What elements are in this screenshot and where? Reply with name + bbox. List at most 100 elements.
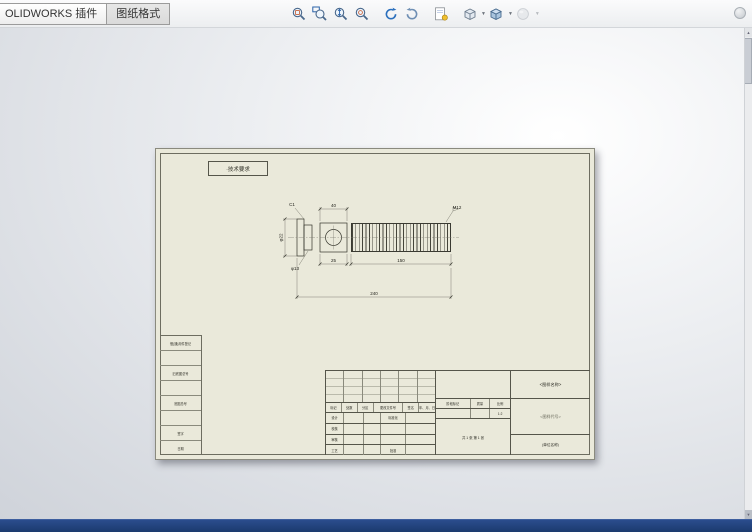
signature-cell — [344, 413, 364, 423]
header-cell: 分区 — [358, 403, 374, 412]
role-cell: 批准 — [381, 445, 406, 455]
display-style-button[interactable] — [486, 4, 507, 25]
drawing-name-cell: <图样名称> — [511, 371, 590, 399]
grid-cell — [363, 371, 381, 402]
solidworks-window: OLIDWORKS 插件 图纸格式 ▼ ▼ ▼ ·技术要求 40 C1 M12 … — [0, 0, 752, 532]
signature-cell — [344, 423, 364, 434]
tab-strip: OLIDWORKS 插件 图纸格式 — [0, 3, 171, 25]
top-toolbar-area: OLIDWORKS 插件 图纸格式 ▼ ▼ ▼ — [0, 0, 752, 28]
scrollbar-thumb[interactable] — [745, 38, 752, 84]
scroll-up-button[interactable]: ▲ — [745, 28, 752, 37]
revision-header-row: 标记 处数 分区 更改文件号 签名 年、月、日 — [326, 403, 435, 413]
vertical-scrollbar[interactable]: ▲ ▼ — [744, 28, 752, 519]
role-cell: 工艺 — [326, 445, 344, 455]
header-cell: 处数 — [342, 403, 358, 412]
magnified-view-button[interactable] — [351, 4, 372, 25]
zoom-in-out-icon — [334, 7, 347, 21]
date-cell — [364, 445, 381, 455]
help-icon[interactable] — [734, 7, 746, 19]
date-cell — [364, 434, 381, 445]
role-cell — [381, 434, 406, 445]
signature-cell — [344, 445, 364, 455]
table-row — [160, 411, 201, 426]
role-cell: 审核 — [326, 434, 344, 445]
grid-cell — [399, 371, 418, 402]
zoom-to-fit-button[interactable] — [288, 4, 309, 25]
signature-cell — [406, 435, 435, 445]
scale-label: 比例 — [496, 402, 504, 406]
table-row: 底图总号 — [160, 396, 201, 411]
role-cell: 校核 — [326, 423, 344, 434]
mass-label: 质量 — [471, 399, 491, 408]
head-diameter-label: φ22 — [279, 233, 284, 241]
header-cell: 年、月、日 — [419, 406, 435, 410]
rotate-view-icon — [385, 7, 396, 20]
date-cell — [364, 423, 381, 434]
header-cell: 签名 — [403, 403, 420, 412]
arrow-up-icon: ▲ — [746, 30, 751, 35]
border-entry-table: 借(通)用件登记 旧底图总号 底图总号 签字 日期 — [160, 335, 202, 455]
table-row — [160, 351, 201, 366]
table-row: 日期 — [177, 446, 184, 451]
view-orientation-button[interactable] — [459, 4, 480, 25]
zoom-in-out-button[interactable] — [330, 4, 351, 25]
zoom-to-fit-icon — [292, 7, 305, 21]
stage-value — [436, 409, 471, 418]
roll-view-icon — [406, 7, 417, 20]
tab-solidworks-plugins[interactable]: OLIDWORKS 插件 — [0, 3, 108, 25]
role-cell — [381, 423, 406, 434]
drawing-code-cell: <图样代号> — [511, 399, 590, 435]
role-cell: 设计 — [326, 413, 344, 423]
chamfer-label: C1 — [289, 202, 295, 207]
drawing-sheet: ·技术要求 40 C1 M12 φ22 φ13 25 150 240 借(通)用… — [155, 148, 595, 460]
stage-label: 阶段标记 — [436, 399, 471, 408]
drawing-canvas[interactable]: ·技术要求 40 C1 M12 φ22 φ13 25 150 240 借(通)用… — [0, 28, 744, 519]
signature-cell — [406, 445, 435, 455]
scroll-down-button[interactable]: ▼ — [745, 510, 752, 519]
signature-row: 工艺 批准 — [326, 445, 435, 455]
toolbar-separator — [422, 14, 430, 15]
tab-sheet-format[interactable]: 图纸格式 — [107, 3, 171, 25]
name-code-section: <图样名称> <图样代号> (单位名称) — [511, 371, 590, 455]
sheet-count-cell: 共 1 张 第 1 张 — [461, 435, 485, 440]
stage-scale-section: 阶段标记 质量 比例 1:2 共 1 张 第 1 张 — [436, 371, 511, 455]
role-cell: 标准化 — [381, 413, 406, 423]
apply-scene-button[interactable] — [513, 4, 534, 25]
arrow-down-icon: ▼ — [746, 512, 751, 517]
table-row: 签字 — [160, 426, 201, 441]
thread-length-label: 150 — [397, 258, 405, 263]
signature-row: 审核 — [326, 434, 435, 446]
apply-scene-icon — [517, 8, 530, 20]
grid-cell — [381, 371, 400, 402]
scale-value: 1:2 — [497, 411, 503, 416]
revision-signature-section: 标记 处数 分区 更改文件号 签名 年、月、日 设计 标准化 校核 审核 工艺 … — [326, 371, 436, 455]
stage-value-row: 1:2 — [436, 409, 510, 419]
toolbar-separator — [372, 14, 380, 15]
grid-cell — [436, 371, 510, 399]
header-cell: 标记 — [326, 403, 342, 412]
signature-cell — [344, 434, 364, 445]
zoom-to-area-icon — [311, 6, 327, 21]
view-orientation-icon — [464, 8, 475, 21]
signature-cell — [406, 413, 435, 423]
display-style-icon — [490, 8, 503, 21]
grid-cell — [418, 371, 435, 402]
signature-cell — [406, 424, 435, 434]
magnified-view-icon — [355, 7, 368, 21]
3d-drawing-view-button[interactable] — [430, 4, 451, 25]
zoom-to-area-button[interactable] — [309, 4, 330, 25]
signature-row: 设计 标准化 — [326, 413, 435, 424]
table-row — [160, 381, 201, 396]
date-cell — [364, 413, 381, 423]
dim-head-length-label: 40 — [331, 203, 337, 208]
rotate-view-button[interactable] — [380, 4, 401, 25]
view-toolbar: ▼ ▼ ▼ — [288, 3, 540, 25]
stage-header-row: 阶段标记 质量 比例 — [436, 399, 510, 409]
title-block: 标记 处数 分区 更改文件号 签名 年、月、日 设计 标准化 校核 审核 工艺 … — [325, 370, 590, 455]
table-row: 借(通)用件登记 — [160, 336, 201, 351]
3d-drawing-view-icon — [434, 7, 448, 21]
chevron-down-icon: ▼ — [534, 10, 540, 17]
roll-view-button[interactable] — [401, 4, 422, 25]
overall-length-label: 240 — [370, 291, 378, 296]
status-bar — [0, 519, 752, 532]
